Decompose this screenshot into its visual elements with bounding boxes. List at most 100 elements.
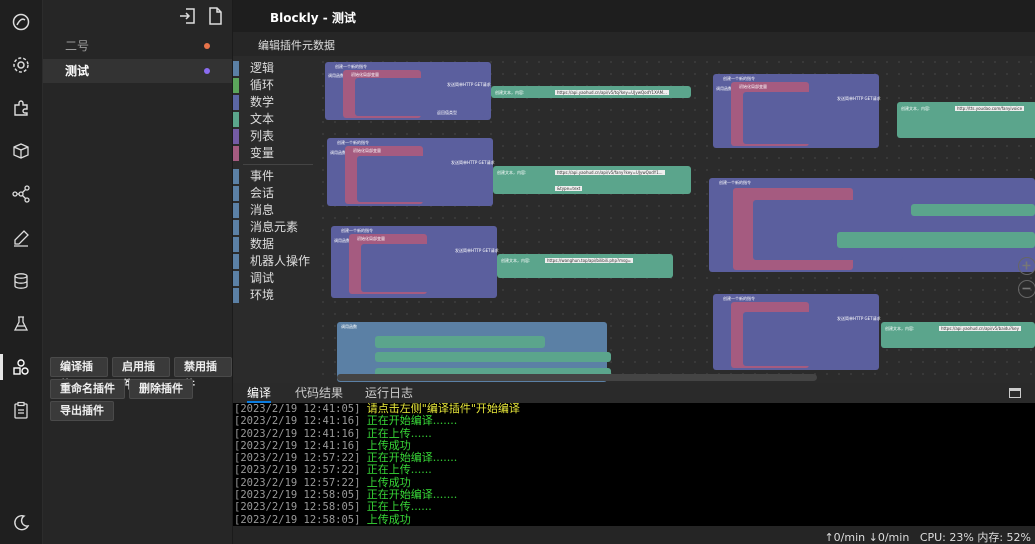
block-toolbox: 逻辑 循环 数学 文本 列表 变量 事件 会话 消息 消息元素 数据 机器人操作… <box>233 56 317 383</box>
plugin-name: 测试 <box>65 64 90 78</box>
log-message: 正在开始编译....... <box>366 488 458 502</box>
disable-plugin-button[interactable]: 禁用插件 <box>174 357 232 391</box>
category-swatch <box>233 186 239 201</box>
database-icon[interactable] <box>10 270 32 292</box>
text-block[interactable] <box>375 352 611 362</box>
category-label: 会话 <box>250 186 275 200</box>
log-line: [2023/2/19 12:57:22] 上传成功 <box>233 476 1035 489</box>
delete-plugin-button[interactable]: 删除插件 <box>129 379 193 399</box>
maximize-icon[interactable] <box>1009 388 1021 398</box>
log-timestamp: [2023/2/19 12:41:05] <box>234 403 361 415</box>
plugin-item[interactable]: 二号 <box>43 34 232 58</box>
share-icon[interactable] <box>10 183 32 205</box>
category-label: 变量 <box>250 146 275 160</box>
category-debug[interactable]: 调试 <box>233 271 317 287</box>
flask-icon[interactable] <box>10 313 32 335</box>
category-loop[interactable]: 循环 <box>233 78 317 94</box>
edit-metadata-link[interactable]: 编辑插件元数据 <box>258 37 335 53</box>
text-block[interactable]: 创建文本，内容: https://api.yaohud.cn/api/v5/tq… <box>491 86 691 98</box>
moon-icon[interactable] <box>10 512 32 534</box>
plugin-panel-toolbar <box>43 0 232 32</box>
edit-icon[interactable] <box>10 227 32 249</box>
zoom-in-icon[interactable] <box>1018 257 1035 275</box>
category-math[interactable]: 数学 <box>233 95 317 111</box>
export-plugin-button[interactable]: 导出插件 <box>50 401 114 421</box>
compile-plugin-button[interactable]: 编译插件 <box>50 357 108 391</box>
text-block[interactable] <box>837 232 1035 248</box>
rename-plugin-button[interactable]: 重命名插件 <box>50 379 125 399</box>
icon-rail <box>0 0 43 544</box>
plugin-item-selected[interactable]: 测试 <box>43 59 232 83</box>
block-label: 创建文本，内容: <box>495 90 525 95</box>
clipboard-icon[interactable] <box>10 399 32 421</box>
url-field[interactable]: https://api.yaohud.cn/api/v5/tq?key=UJyw… <box>555 90 669 95</box>
category-logic[interactable]: 逻辑 <box>233 61 317 77</box>
block-label: 返回值类型 <box>437 110 457 115</box>
block-label: 调用函数 <box>330 150 346 155</box>
text-block[interactable] <box>911 204 1035 216</box>
tab-code-result[interactable]: 代码结果 <box>295 383 343 403</box>
zoom-out-icon[interactable] <box>1018 280 1035 298</box>
category-list[interactable]: 列表 <box>233 129 317 145</box>
http-block[interactable] <box>753 200 903 260</box>
category-env[interactable]: 环境 <box>233 288 317 304</box>
text-block[interactable]: 创建文本，内容: http://tts.youdao.com/fanyivoic… <box>897 102 1035 138</box>
palette-icon[interactable] <box>10 11 32 33</box>
settings-icon[interactable] <box>10 54 32 76</box>
category-label: 消息 <box>250 203 275 217</box>
tab-run-log[interactable]: 运行日志 <box>365 383 413 403</box>
category-swatch <box>233 61 239 76</box>
url-field[interactable]: https://api.yaohud.cn/api/v5/fany?key=UJ… <box>555 170 665 175</box>
blockly-workspace[interactable]: 创建一个新的指令 调用函数 初始化局部变量 发送简单HTTP GET请求 返回值… <box>317 56 1035 383</box>
text-block[interactable]: 创建文本，内容: https://api.yaohud.cn/api/v5/ba… <box>881 322 1035 348</box>
param-field[interactable]: &type=text <box>555 186 583 191</box>
blocks-icon[interactable] <box>10 356 32 378</box>
plugin-name: 二号 <box>65 39 90 53</box>
category-label: 循环 <box>250 78 275 92</box>
log-message: 正在开始编译....... <box>366 451 458 465</box>
import-icon[interactable] <box>178 6 198 26</box>
http-block[interactable]: 发送简单HTTP GET请求 <box>743 92 881 144</box>
block-label: 初始化局部变量 <box>357 236 385 241</box>
category-swatch <box>233 203 239 218</box>
workspace-scrollbar[interactable] <box>337 374 817 381</box>
puzzle-icon[interactable] <box>10 97 32 119</box>
http-block[interactable]: 发送简单HTTP GET请求 <box>361 244 499 292</box>
category-message[interactable]: 消息 <box>233 203 317 219</box>
log-timestamp: [2023/2/19 12:41:16] <box>234 415 361 428</box>
category-swatch <box>233 112 239 127</box>
upload-rate: ↑0/min <box>824 531 866 544</box>
status-readout: ↑0/min ↓0/min CPU: 23% 内存: 52% <box>824 529 1031 544</box>
block-label: 发送简单HTTP GET请求 <box>447 82 491 87</box>
http-block[interactable]: 发送简单HTTP GET请求 <box>743 312 881 366</box>
enable-plugin-button[interactable]: 启用插件 <box>112 357 170 391</box>
block-label: 初始化局部变量 <box>353 148 381 153</box>
category-session[interactable]: 会话 <box>233 186 317 202</box>
new-file-icon[interactable] <box>205 6 225 26</box>
text-block[interactable] <box>375 336 545 348</box>
url-field[interactable]: http://tts.youdao.com/fanyivoice <box>955 106 1025 111</box>
category-bot-action[interactable]: 机器人操作 <box>233 254 317 270</box>
block-label: 创建文本，内容: <box>885 326 915 331</box>
text-block[interactable]: 创建文本，内容: https://api.yaohud.cn/api/v5/fa… <box>493 166 691 194</box>
url-field[interactable]: https://api.yaohud.cn/api/v5/baidu?key <box>939 326 1021 331</box>
category-event[interactable]: 事件 <box>233 169 317 185</box>
text-block[interactable]: 创建文本，内容: https://wanghun.top/api/bilibil… <box>497 254 673 278</box>
block-label: 调用函数 <box>328 73 344 78</box>
package-icon[interactable] <box>10 140 32 162</box>
category-data[interactable]: 数据 <box>233 237 317 253</box>
block-label: 创建一个新的指令 <box>719 180 751 185</box>
url-field[interactable]: https://wanghun.top/api/bilibili.php?msg… <box>545 258 633 263</box>
log-line: [2023/2/19 12:57:22] 正在上传...... <box>233 464 1035 477</box>
category-swatch <box>233 237 239 252</box>
category-message-element[interactable]: 消息元素 <box>233 220 317 236</box>
category-variable[interactable]: 变量 <box>233 146 317 162</box>
status-bar: ↑0/min ↓0/min CPU: 23% 内存: 52% <box>233 526 1035 544</box>
tab-compile[interactable]: 编译 <box>247 383 272 403</box>
category-text[interactable]: 文本 <box>233 112 317 128</box>
http-block[interactable]: 发送简单HTTP GET请求 <box>357 156 495 202</box>
plugin-panel: 二号 测试 编译插件 启用插件 禁用插件 重命名插件 删除插件 导出插件 <box>43 0 233 544</box>
category-label: 文本 <box>250 112 275 126</box>
http-block[interactable]: 发送简单HTTP GET请求 返回值类型 <box>355 78 491 116</box>
console-tabs: 编译 代码结果 运行日志 <box>233 383 1035 403</box>
